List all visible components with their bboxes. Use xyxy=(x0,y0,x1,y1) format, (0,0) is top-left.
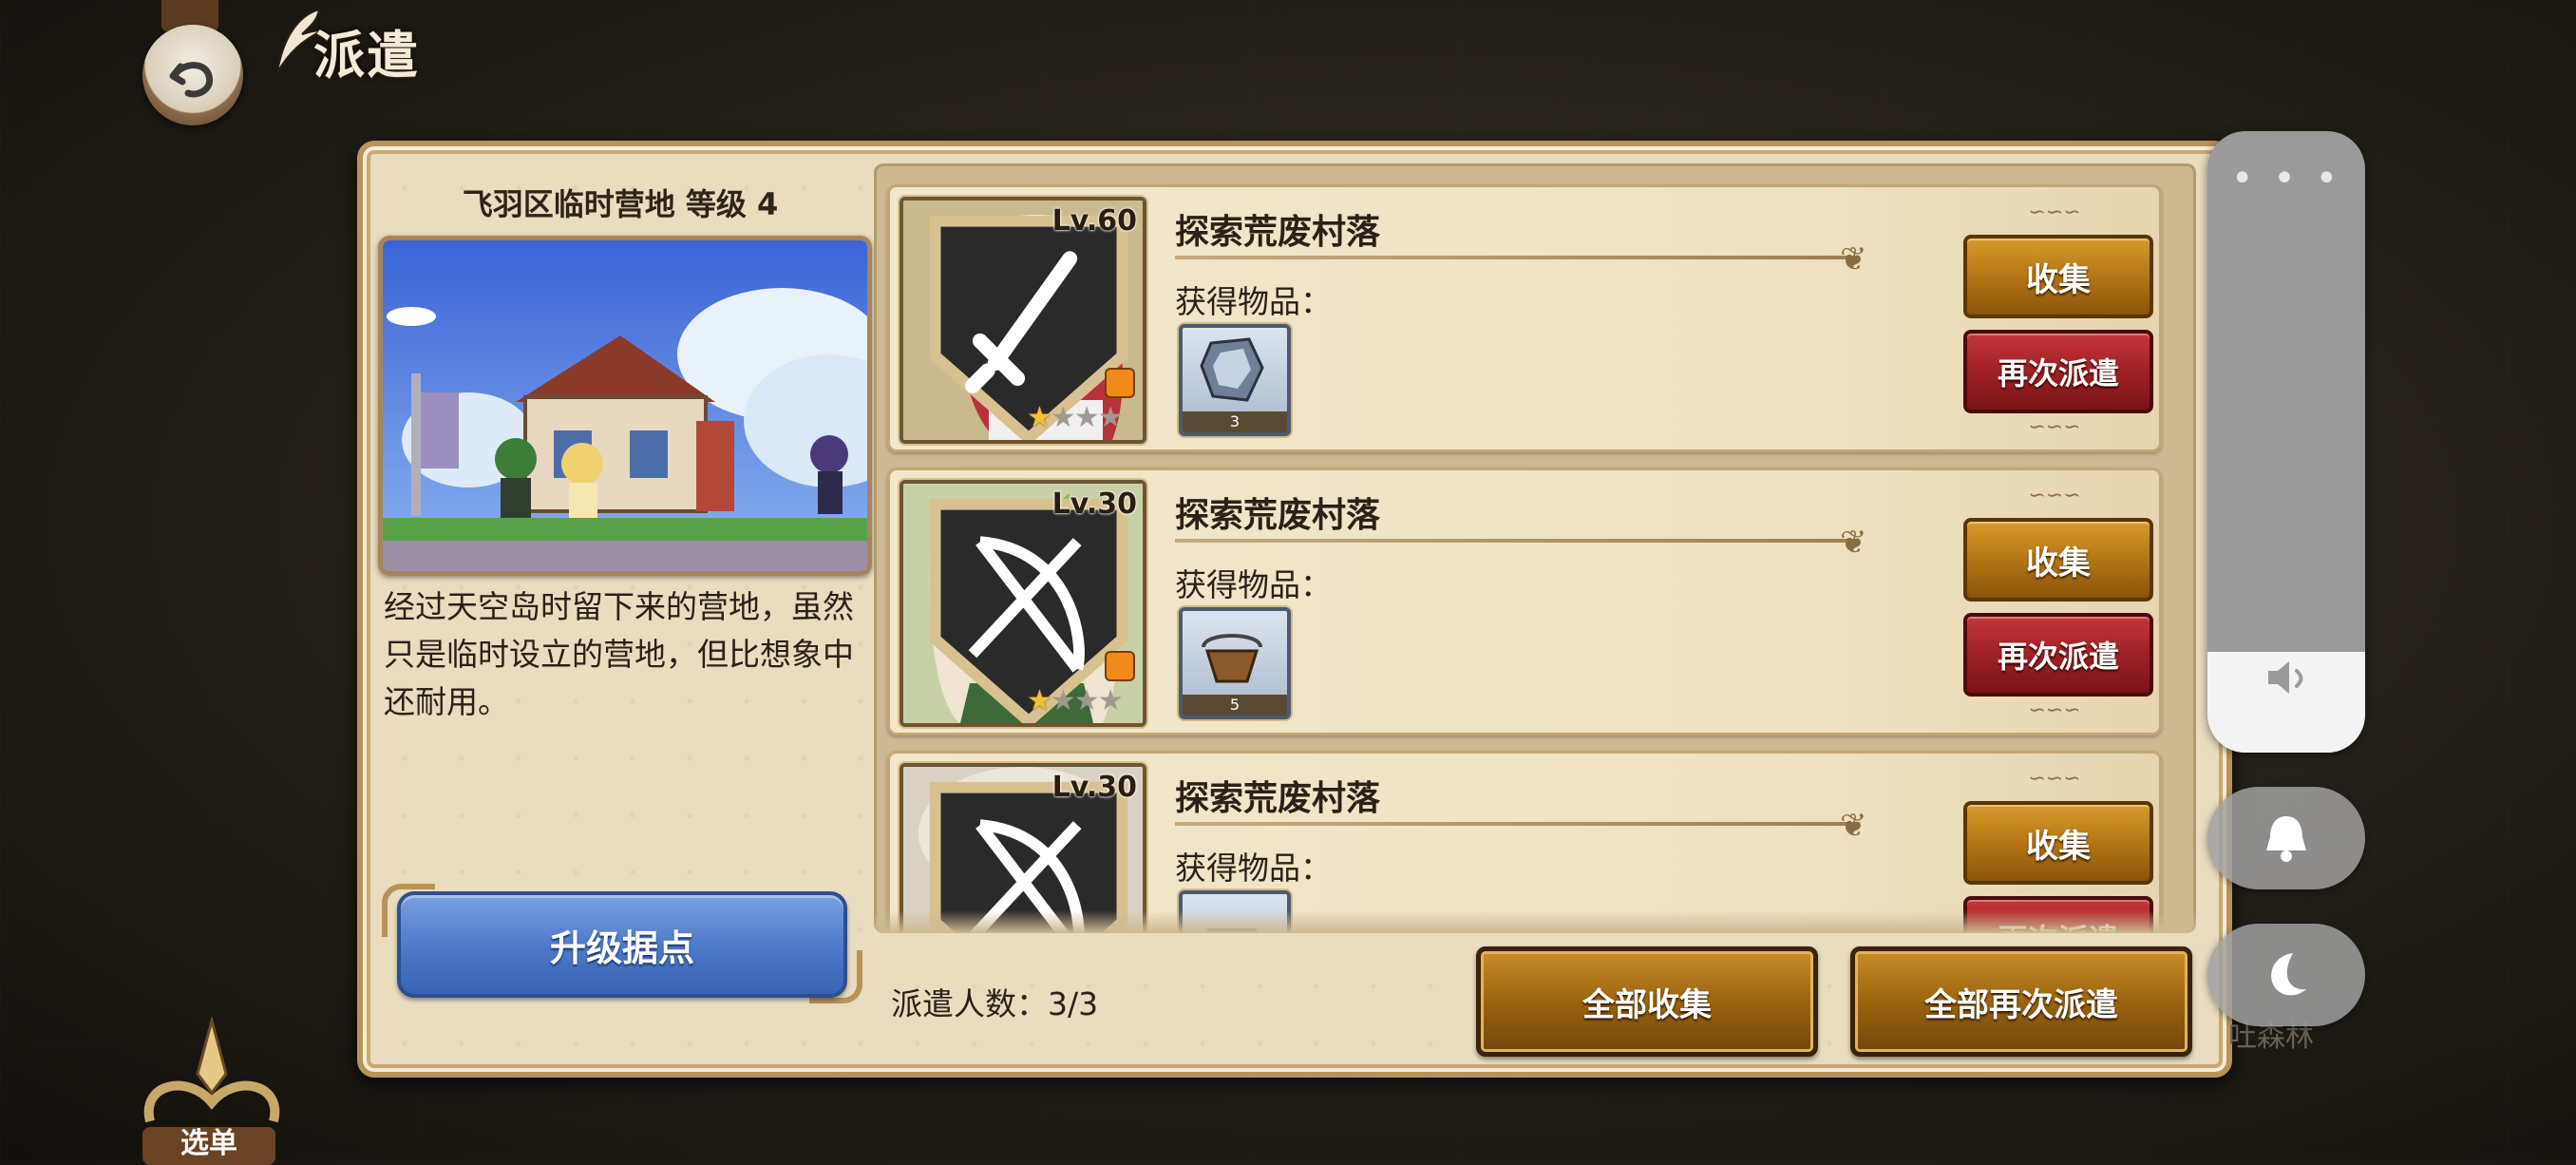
star-icon: ★ xyxy=(1027,401,1052,434)
bag-icon xyxy=(1202,634,1262,683)
mission-list[interactable]: Lv.60 ★★★★ 探索荒废村落 ❦ 获得物品： 3 ∽∽∽ 收集 再次派遣 … xyxy=(874,163,2196,933)
ornament-icon: ∽∽∽ xyxy=(2028,698,2081,722)
reward-item[interactable]: 5 xyxy=(1179,607,1291,719)
back-button[interactable] xyxy=(142,25,243,125)
reward-label: 获得物品： xyxy=(1175,850,1332,887)
divider xyxy=(1175,539,1859,543)
mission-name: 探索荒废村落 xyxy=(1175,496,1381,535)
divider xyxy=(1175,256,1859,259)
mission-card: Lv.60 ★★★★ 探索荒废村落 ❦ 获得物品： 3 ∽∽∽ 收集 再次派遣 … xyxy=(887,184,2162,452)
mission-card: Lv.30 ★★★★ 探索荒废村落 ❦ 获得物品： 5 ∽∽∽ 收集 再次派遣 … xyxy=(887,468,2162,735)
reward-label: 获得物品： xyxy=(1175,283,1332,320)
character-level: Lv.30 xyxy=(1051,771,1137,804)
star-empty-icon: ★★★ xyxy=(1050,684,1124,717)
menu-button-label[interactable]: 选单 xyxy=(142,1127,275,1165)
mission-name: 探索荒废村落 xyxy=(1175,779,1381,818)
ornament-icon: ∽∽∽ xyxy=(2028,415,2081,439)
crystal-icon xyxy=(1200,337,1264,402)
mission-name: 探索荒废村落 xyxy=(1175,213,1381,252)
leaf-ornament-icon: ❦ xyxy=(1840,524,1867,562)
character-level: Lv.60 xyxy=(1051,204,1137,238)
collect-button[interactable]: 收集 xyxy=(1963,801,2153,885)
star-rating: ★★★★ xyxy=(1027,401,1124,434)
dispatch-count: 派遣人数：3/3 xyxy=(891,985,1099,1022)
redispatch-button[interactable]: 再次派遣 xyxy=(1963,330,2153,413)
reward-count: 3 xyxy=(1183,411,1287,432)
character-portrait[interactable]: Lv.30 xyxy=(900,763,1146,933)
location-description: 经过天空岛时留下来的营地，虽然只是临时设立的营地，但比想象中还耐用。 xyxy=(384,588,854,720)
star-icon: ★ xyxy=(1027,684,1052,717)
upgrade-base-button[interactable]: 升级据点 xyxy=(397,891,847,998)
speaker-icon xyxy=(2268,661,2303,694)
location-title: 飞羽区临时营地 等级 4 xyxy=(462,186,779,222)
collect-button[interactable]: 收集 xyxy=(1963,235,2153,318)
reward-label: 获得物品： xyxy=(1175,566,1332,603)
pumpkin-icon xyxy=(1105,651,1135,681)
dark-mode-button[interactable] xyxy=(2207,924,2365,1026)
divider xyxy=(1175,822,1859,826)
character-level: Lv.30 xyxy=(1051,487,1137,521)
moon-icon xyxy=(2271,953,2306,996)
bell-button[interactable] xyxy=(2207,787,2365,889)
redispatch-button[interactable]: 再次派遣 xyxy=(1963,613,2153,697)
ornament-icon: ∽∽∽ xyxy=(2028,201,2081,224)
more-icon[interactable]: • • • xyxy=(2207,160,2365,198)
list-fade xyxy=(874,910,2196,933)
character-portrait[interactable]: Lv.60 ★★★★ xyxy=(900,197,1146,444)
leaf-ornament-icon: ❦ xyxy=(1840,240,1867,278)
reward-count: 5 xyxy=(1183,695,1287,716)
page-title: 派遣 xyxy=(313,26,420,86)
collect-button[interactable]: 收集 xyxy=(1963,518,2153,602)
redispatch-all-button[interactable]: 全部再次派遣 xyxy=(1850,946,2192,1057)
collect-all-button[interactable]: 全部收集 xyxy=(1476,946,1818,1057)
leaf-ornament-icon: ❦ xyxy=(1840,807,1867,845)
undo-arrow-icon xyxy=(169,62,214,98)
pumpkin-icon xyxy=(1105,368,1135,398)
character-portrait[interactable]: Lv.30 ★★★★ xyxy=(900,480,1146,727)
star-empty-icon: ★★★ xyxy=(1050,401,1124,434)
location-image xyxy=(378,236,872,576)
ornament-icon: ∽∽∽ xyxy=(2028,484,2081,507)
ornament-icon: ∽∽∽ xyxy=(2028,767,2081,791)
bell-icon xyxy=(2266,816,2306,862)
mission-card: Lv.30 探索荒废村落 ❦ 获得物品： ∽∽∽ 收集 再次派遣 xyxy=(887,751,2162,933)
reward-item[interactable]: 3 xyxy=(1179,324,1291,436)
volume-slider[interactable]: • • • xyxy=(2207,131,2365,753)
star-rating: ★★★★ xyxy=(1027,684,1124,717)
